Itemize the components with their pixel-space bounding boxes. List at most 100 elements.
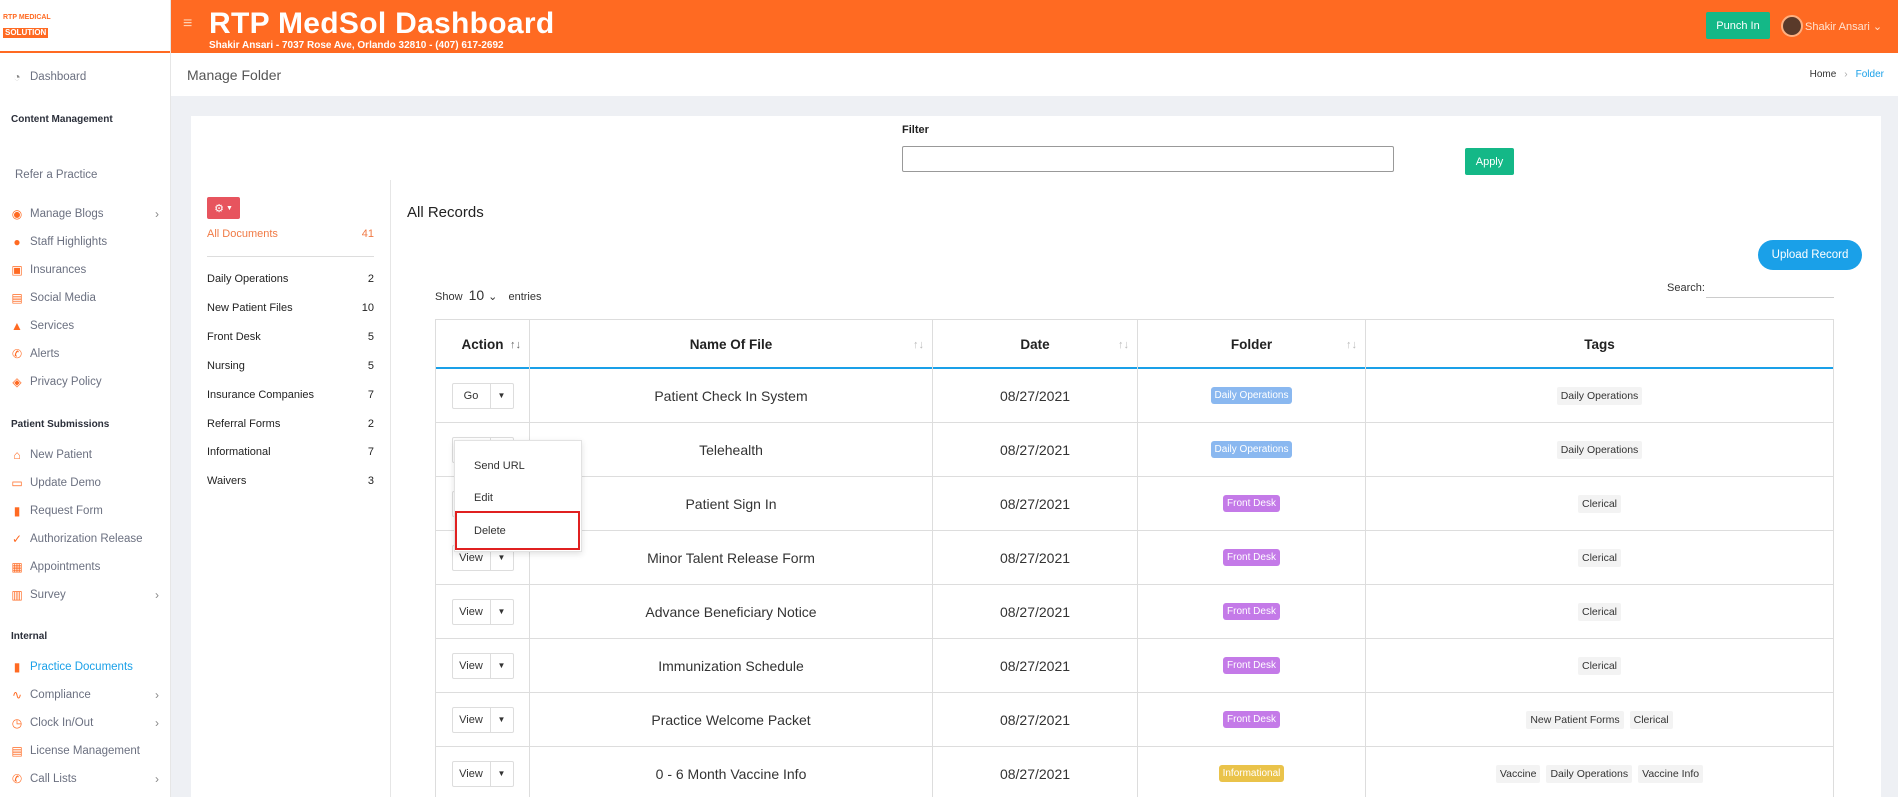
folder-item[interactable]: New Patient Files 10: [207, 302, 374, 314]
column-label: Action: [461, 337, 504, 352]
sidebar-item-label: Staff Highlights: [30, 236, 108, 248]
sidebar-item-dashboard[interactable]: ◔ Dashboard: [0, 67, 171, 87]
tag-chip: Clerical: [1577, 602, 1621, 621]
table-row: View ▼ Advance Beneficiary Notice 08/27/202…: [435, 585, 1834, 639]
folder-settings-button[interactable]: ⚙ ▼: [207, 197, 240, 219]
entries-select[interactable]: 10: [469, 287, 485, 303]
delete-highlight: [455, 511, 580, 550]
folder-item[interactable]: Insurance Companies 7: [207, 389, 374, 401]
sidebar-item-survey[interactable]: ▥ Survey ›: [0, 585, 171, 605]
folder-cell: Front Desk: [1138, 477, 1366, 530]
action-button-group[interactable]: View▼: [451, 760, 514, 787]
user-menu[interactable]: Shakir Ansari ⌄: [1805, 20, 1882, 33]
folder-item[interactable]: Waivers 3: [207, 475, 374, 487]
hamburger-icon[interactable]: ≡: [183, 15, 192, 33]
sidebar-item-authorization-release[interactable]: ✓ Authorization Release: [0, 529, 171, 549]
caret-down-icon[interactable]: ▼: [491, 384, 513, 408]
caret-down-icon[interactable]: ▼: [491, 708, 513, 732]
column-header[interactable]: Tags: [1366, 320, 1834, 369]
sidebar-item-appointments[interactable]: ▦ Appointments: [0, 557, 171, 577]
logo-line2: SOLUTION: [3, 28, 49, 38]
caret-down-icon[interactable]: ▼: [491, 762, 513, 786]
tags-cell: Clerical: [1366, 585, 1834, 638]
punch-in-button[interactable]: Punch In: [1706, 12, 1770, 39]
sidebar-item-license-management[interactable]: ▤ License Management: [0, 741, 171, 761]
sidebar-item-clock-in-out[interactable]: ◷ Clock In/Out ›: [0, 713, 171, 733]
action-button-group[interactable]: View▼: [451, 652, 514, 679]
sidebar-item-label: Insurances: [30, 264, 87, 276]
social-icon: ▤: [11, 291, 23, 305]
sidebar-item-social-media[interactable]: ▤ Social Media: [0, 288, 171, 308]
logo-line1: RTP MEDICAL: [3, 14, 51, 21]
sidebar-item-services[interactable]: ▲ Services: [0, 316, 171, 336]
tag-chip: Daily Operations: [1556, 440, 1643, 459]
breadcrumb-home[interactable]: Home: [1810, 69, 1837, 80]
folder-item[interactable]: Nursing 5: [207, 360, 374, 372]
search-input[interactable]: [1706, 297, 1834, 298]
action-button[interactable]: Go: [453, 383, 491, 408]
tag-chip: Clerical: [1577, 656, 1621, 675]
apply-button[interactable]: Apply: [1465, 148, 1514, 175]
action-button[interactable]: View: [453, 599, 491, 624]
folder-item[interactable]: Daily Operations 2: [207, 273, 374, 285]
folder-label: Insurance Companies: [207, 389, 315, 401]
sidebar-item-update-demo[interactable]: ▭ Update Demo: [0, 473, 171, 493]
sidebar-item-insurances[interactable]: ▣ Insurances: [0, 260, 171, 280]
upload-record-button[interactable]: Upload Record: [1758, 240, 1862, 270]
menu-item-edit[interactable]: Edit: [474, 492, 493, 504]
sidebar-item-manage-blogs[interactable]: ◉ Manage Blogs ›: [0, 204, 171, 224]
menu-item-send-url[interactable]: Send URL: [474, 460, 525, 472]
caret-down-icon[interactable]: ▼: [491, 654, 513, 678]
folder-cell: Informational: [1138, 747, 1366, 797]
folder-item[interactable]: Referral Forms 2: [207, 418, 374, 430]
gear-icon: ⚙: [214, 202, 224, 215]
sidebar-item-label: Compliance: [30, 689, 91, 701]
sidebar-item-label: Update Demo: [30, 477, 101, 489]
folder-count: 2: [367, 273, 374, 285]
action-button[interactable]: View: [453, 761, 491, 786]
sidebar-item-compliance[interactable]: ∿ Compliance ›: [0, 685, 171, 705]
sidebar-item-label: Appointments: [30, 561, 101, 573]
chevron-down-icon[interactable]: ⌄: [488, 291, 497, 303]
action-button[interactable]: View: [453, 653, 491, 678]
sidebar-item-refer[interactable]: Refer a Practice: [0, 165, 171, 185]
sidebar-item-call-lists[interactable]: ✆ Call Lists ›: [0, 769, 171, 789]
sidebar-item-new-patient[interactable]: ⌂ New Patient: [0, 445, 171, 465]
folder-item[interactable]: Informational 7: [207, 446, 374, 458]
table-row: View▼Telehealth08/27/2021Daily Operation…: [435, 423, 1834, 477]
action-button-group[interactable]: View▼: [451, 598, 514, 625]
logo[interactable]: RTP MEDICAL SOLUTION: [0, 0, 170, 53]
sidebar-item-label: Authorization Release: [30, 533, 143, 545]
sidebar-item-alerts[interactable]: ✆ Alerts: [0, 344, 171, 364]
action-button-group[interactable]: View▼: [451, 706, 514, 733]
avatar[interactable]: [1781, 15, 1803, 37]
page-header: Manage Folder Home › Folder: [171, 53, 1898, 96]
sidebar-item-privacy-policy[interactable]: ◈ Privacy Policy: [0, 372, 171, 392]
filter-input[interactable]: [902, 146, 1394, 172]
table-header: Action ↑↓ Name Of File ↑↓ Date ↑↓ Folder ↑↓ …: [435, 319, 1834, 369]
action-button-group[interactable]: Go ▼: [451, 382, 514, 409]
date-cell: 08/27/2021: [933, 369, 1138, 422]
folder-label: Waivers: [207, 475, 247, 487]
id-card-icon: ▭: [11, 476, 23, 490]
tag-chip: Clerical: [1629, 710, 1673, 729]
sidebar-item-staff-highlights[interactable]: ● Staff Highlights: [0, 232, 171, 252]
sidebar-item-request-form[interactable]: ▮ Request Form: [0, 501, 171, 521]
caret-down-icon[interactable]: ▼: [491, 600, 513, 624]
column-header[interactable]: Action ↑↓: [435, 320, 530, 369]
sidebar-item-label: Dashboard: [30, 71, 87, 83]
column-header[interactable]: Date ↑↓: [933, 320, 1138, 369]
action-cell: View▼: [435, 585, 530, 638]
folder-all-documents[interactable]: All Documents 41: [207, 228, 374, 240]
records-title: All Records: [407, 204, 484, 221]
table-row: View ▼ Immunization Schedule 08/27/2021 Fron…: [435, 639, 1834, 693]
folder-item[interactable]: Front Desk 5: [207, 331, 374, 343]
column-header[interactable]: Name Of File ↑↓: [530, 320, 933, 369]
date-cell: 08/27/2021: [933, 747, 1138, 797]
column-header[interactable]: Folder ↑↓: [1138, 320, 1366, 369]
action-button[interactable]: View: [453, 707, 491, 732]
sidebar-item-practice-documents[interactable]: ▮ Practice Documents: [0, 657, 171, 677]
folder-badge: Front Desk: [1223, 603, 1280, 620]
date-cell: 08/27/2021: [933, 639, 1138, 692]
folder-cell: Front Desk: [1138, 639, 1366, 692]
